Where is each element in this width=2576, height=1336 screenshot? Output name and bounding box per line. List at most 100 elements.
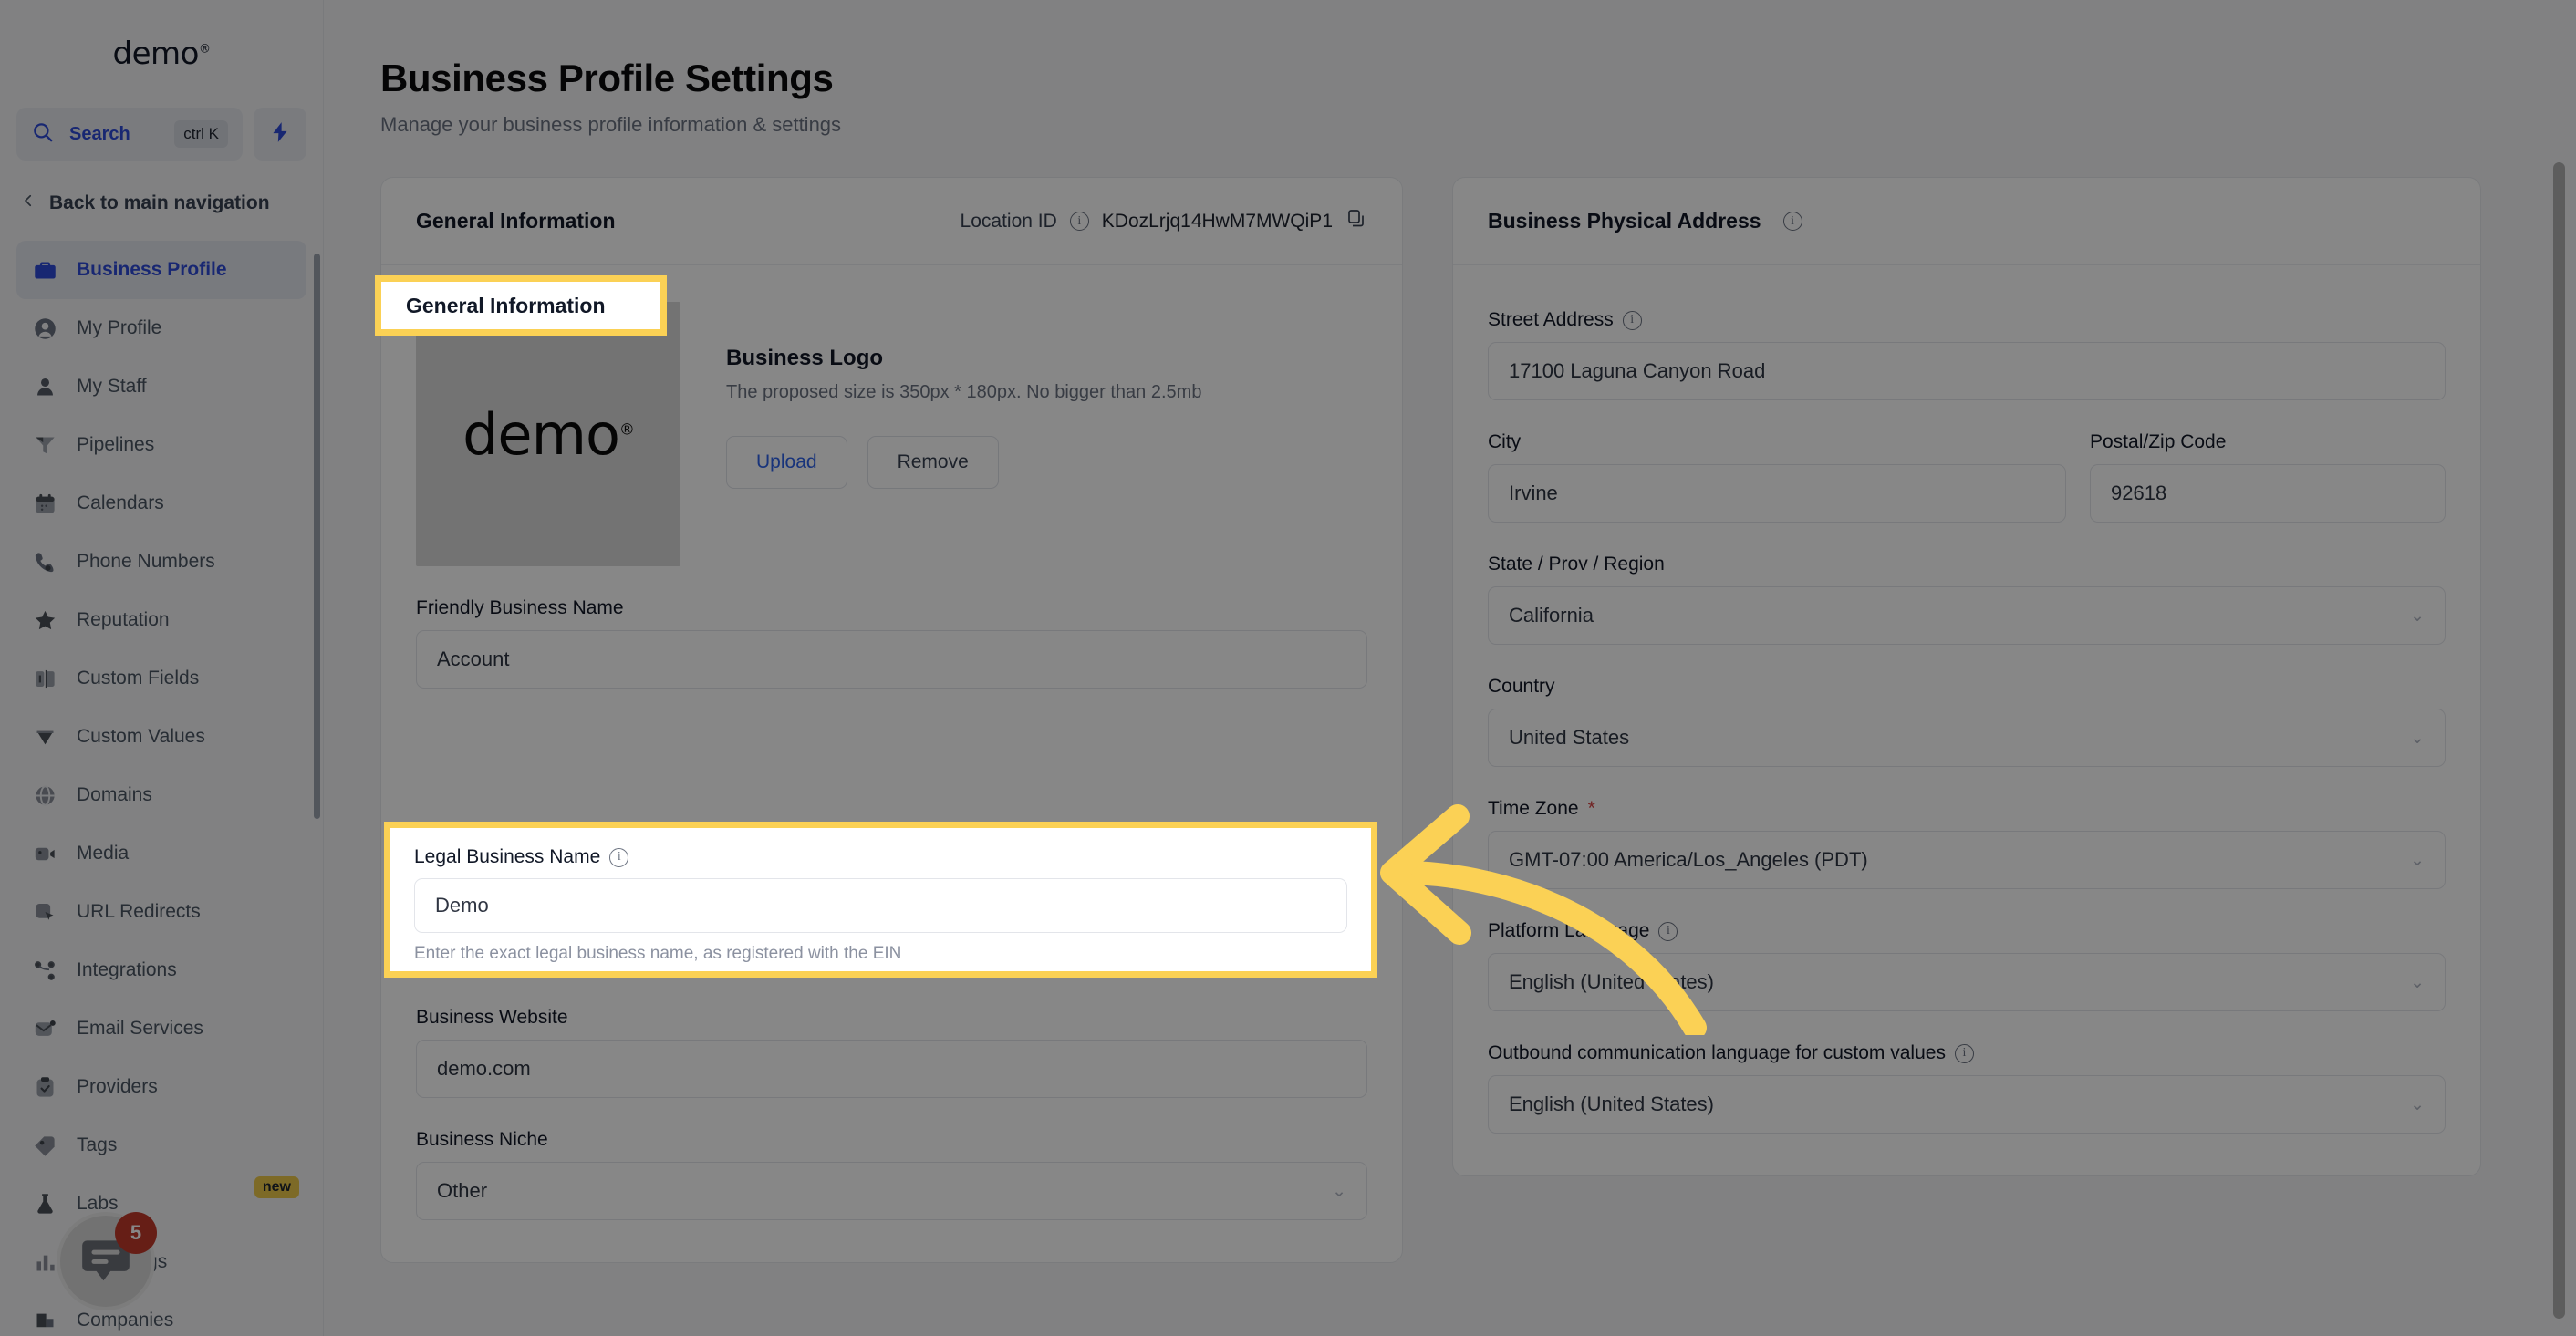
tag-icon (31, 1132, 58, 1159)
country-value: United States (1509, 726, 1630, 749)
business-niche-value: Other (437, 1179, 488, 1202)
field-label: City (1488, 431, 1522, 452)
field-postal-code: Postal/Zip Code 92618 (2090, 431, 2446, 523)
chat-widget-button[interactable]: 5 (57, 1212, 157, 1310)
platform-language-select[interactable]: English (United States) ⌄ (1488, 953, 2446, 1011)
info-icon[interactable]: i (1069, 212, 1089, 231)
sidebar-item-labs[interactable]: Labs new (16, 1175, 306, 1233)
info-icon[interactable]: i (1782, 212, 1802, 231)
sidebar-item-badge-new: new (254, 1176, 299, 1198)
info-icon[interactable]: i (1622, 310, 1642, 330)
page-title: Business Profile Settings (380, 57, 834, 99)
sidebar-item-tags[interactable]: Tags (16, 1116, 306, 1175)
highlight-general-information-tab[interactable]: General Information (375, 275, 667, 336)
sidebar-item-my-profile[interactable]: My Profile (16, 299, 306, 357)
legal-business-name-input[interactable]: Demo (414, 878, 1347, 933)
sidebar-item-companies[interactable]: Companies (16, 1291, 306, 1336)
field-label: Postal/Zip Code (2090, 431, 2227, 452)
time-zone-value: GMT-07:00 America/Los_Angeles (PDT) (1509, 848, 1868, 871)
chevron-down-icon: ⌄ (2410, 1094, 2425, 1114)
physical-address-title: Business Physical Address (1488, 209, 1761, 233)
quick-actions-button[interactable] (254, 108, 306, 161)
funnel-icon (31, 431, 58, 459)
tab-general-information[interactable]: General Information (416, 209, 616, 233)
copy-icon[interactable] (1345, 208, 1367, 235)
briefcase-icon (31, 256, 58, 284)
field-city: City Irvine (1488, 431, 2066, 523)
business-website-input[interactable]: demo.com (416, 1040, 1367, 1098)
field-friendly-business-name: Friendly Business Name Account (416, 597, 1367, 689)
field-platform-language: Platform Language i English (United Stat… (1488, 920, 2446, 1011)
search-placeholder: Search (69, 123, 130, 144)
sidebar-item-label: Business Profile (77, 259, 227, 280)
time-zone-select[interactable]: GMT-07:00 America/Los_Angeles (PDT) ⌄ (1488, 831, 2446, 889)
physical-address-card: Business Physical Address i Street Addre… (1452, 177, 2481, 1263)
street-address-input[interactable]: 17100 Laguna Canyon Road (1488, 342, 2446, 400)
sidebar-item-providers[interactable]: Providers (16, 1058, 306, 1116)
platform-language-value: English (United States) (1509, 970, 1714, 993)
page-subtitle: Manage your business profile information… (380, 113, 842, 136)
location-id-value: KDozLrjq14HwM7MWQiP1 (1101, 210, 1333, 232)
city-postal-row: City Irvine Postal/Zip Code 92618 (1488, 400, 2446, 523)
video-icon (31, 840, 58, 867)
sidebar-item-email-services[interactable]: Email Services (16, 999, 306, 1058)
sidebar-item-label: Providers (77, 1076, 158, 1097)
state-select[interactable]: California ⌄ (1488, 586, 2446, 645)
envelope-icon (31, 1015, 58, 1042)
remove-button[interactable]: Remove (867, 436, 999, 489)
country-select[interactable]: United States ⌄ (1488, 709, 2446, 767)
field-outbound-language: Outbound communication language for cust… (1488, 1042, 2446, 1134)
main-scrollbar[interactable] (2553, 162, 2565, 1319)
location-id-label: Location ID (960, 210, 1057, 232)
sidebar-item-phone-numbers[interactable]: Phone Numbers (16, 533, 306, 591)
sidebar-item-integrations[interactable]: Integrations (16, 941, 306, 999)
outbound-language-select[interactable]: English (United States) ⌄ (1488, 1075, 2446, 1134)
columns-icon (31, 665, 58, 692)
physical-address-card-body: Street Address i 17100 Laguna Canyon Roa… (1453, 265, 2480, 1175)
field-label: Street Address i (1488, 309, 2446, 331)
gem-icon (31, 723, 58, 751)
phone-icon (31, 548, 58, 575)
sidebar-item-media[interactable]: Media (16, 824, 306, 883)
sidebar-item-custom-fields[interactable]: Custom Fields (16, 649, 306, 708)
sidebar: demo® Search ctrl K Back to main navigat… (0, 0, 324, 1336)
sidebar-item-custom-values[interactable]: Custom Values (16, 708, 306, 766)
chevron-down-icon: ⌄ (2410, 972, 2425, 992)
city-input[interactable]: Irvine (1488, 464, 2066, 523)
friendly-business-name-input[interactable]: Account (416, 630, 1367, 689)
info-icon[interactable]: i (1658, 921, 1678, 941)
chevron-left-icon (20, 190, 36, 217)
share-icon (31, 957, 58, 984)
location-id-row: Location ID i KDozLrjq14HwM7MWQiP1 (961, 208, 1367, 235)
info-icon[interactable]: i (609, 847, 629, 867)
chevron-down-icon: ⌄ (2410, 850, 2425, 870)
upload-button[interactable]: Upload (726, 436, 847, 489)
globe-icon (31, 782, 58, 809)
sidebar-item-business-profile[interactable]: Business Profile (16, 241, 306, 299)
sidebar-item-label: Labs (77, 1193, 119, 1214)
flask-icon (31, 1190, 58, 1217)
business-niche-select[interactable]: Other ⌄ (416, 1162, 1367, 1220)
search-shortcut-badge: ctrl K (174, 120, 228, 148)
sidebar-item-reputation[interactable]: Reputation (16, 591, 306, 649)
search-input[interactable]: Search ctrl K (16, 108, 243, 161)
sidebar-item-calendars[interactable]: Calendars (16, 474, 306, 533)
field-label: Friendly Business Name (416, 597, 624, 618)
sidebar-item-pipelines[interactable]: Pipelines (16, 416, 306, 474)
sidebar-item-label: Domains (77, 784, 152, 805)
field-label: Business Niche (416, 1129, 548, 1150)
sidebar-item-url-redirects[interactable]: URL Redirects (16, 883, 306, 941)
user-icon (31, 373, 58, 400)
card-business-physical-address: Business Physical Address i Street Addre… (1452, 177, 2481, 1176)
postal-code-input[interactable]: 92618 (2090, 464, 2446, 523)
sidebar-item-domains[interactable]: Domains (16, 766, 306, 824)
cursor-icon (31, 898, 58, 926)
main-content: Business Profile Settings Manage your bu… (324, 0, 2576, 1336)
info-icon[interactable]: i (1954, 1043, 1974, 1063)
sidebar-item-my-staff[interactable]: My Staff (16, 357, 306, 416)
back-to-main-navigation[interactable]: Back to main navigation (16, 184, 306, 223)
field-street-address: Street Address i 17100 Laguna Canyon Roa… (1488, 309, 2446, 400)
field-label: Platform Language i (1488, 920, 2446, 942)
sidebar-scrollbar[interactable] (314, 254, 320, 819)
bolt-icon (268, 119, 292, 150)
